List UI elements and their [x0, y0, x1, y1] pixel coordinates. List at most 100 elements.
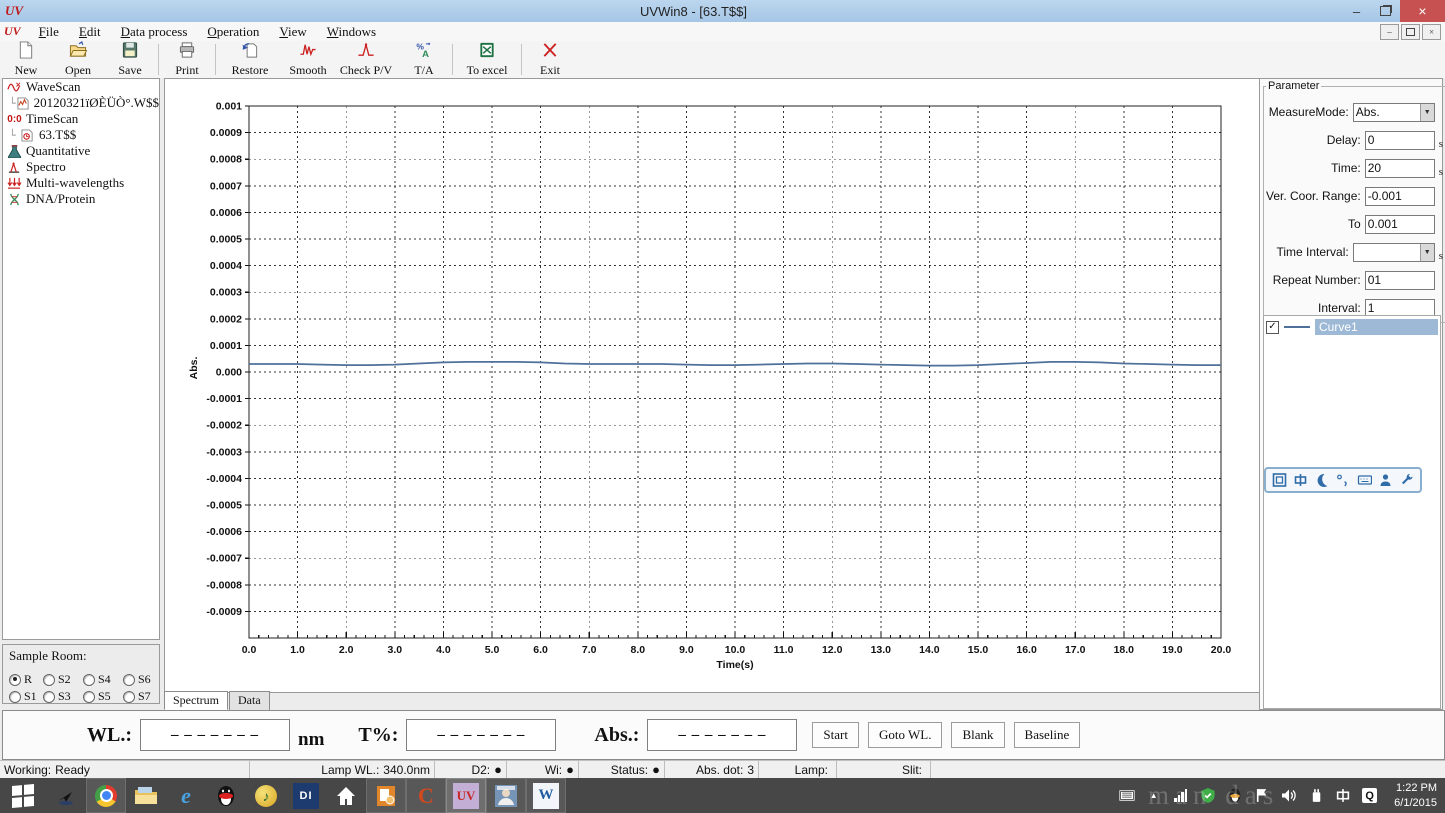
ime-toolbar[interactable] [1264, 467, 1422, 493]
taskbar-launcher-icon[interactable] [46, 778, 86, 813]
chart-area[interactable]: 0.0010.00090.00080.00070.00060.00050.000… [164, 78, 1260, 693]
sample-room-radio-s5[interactable]: S5 [83, 689, 123, 704]
restore-button[interactable] [1371, 0, 1400, 22]
curve-row-curve1[interactable]: ✓Curve1 [1264, 316, 1440, 338]
toolbar-to-excel-button[interactable]: To excel [455, 41, 519, 78]
print-icon [177, 41, 197, 63]
tab-data[interactable]: Data [229, 691, 270, 710]
taskbar-ie-icon[interactable]: e [166, 778, 206, 813]
wrench-icon[interactable] [1398, 472, 1415, 488]
sample-room-radio-s3[interactable]: S3 [43, 689, 83, 704]
sample-room-radio-s2[interactable]: S2 [43, 672, 83, 687]
tray-network-icon[interactable] [1172, 787, 1189, 804]
toolbar-save-button[interactable]: Save [104, 41, 156, 78]
taskbar-qq-icon[interactable] [206, 778, 246, 813]
tray-shield-icon[interactable] [1199, 787, 1216, 804]
menu-view[interactable]: View [269, 23, 316, 41]
taskbar-home-icon[interactable] [326, 778, 366, 813]
taskbar-uvwin-icon[interactable]: UV [446, 778, 486, 813]
taskbar-office-icon[interactable] [366, 778, 406, 813]
menu-operation[interactable]: Operation [197, 23, 269, 41]
user-icon[interactable] [1377, 472, 1394, 488]
menu-edit[interactable]: Edit [69, 23, 111, 41]
field-repeat-number-input[interactable]: 01 [1365, 271, 1435, 290]
field-ver-coor-range-input[interactable]: -0.001 [1365, 187, 1435, 206]
tree-item-20120321-w[interactable]: └20120321ïØÈÜÒ°.W$$ [3, 95, 159, 111]
blank-button[interactable]: Blank [951, 722, 1004, 748]
ime-logo-icon[interactable] [1271, 472, 1288, 488]
field-to-input[interactable]: 0.001 [1365, 215, 1435, 234]
baseline-button[interactable]: Baseline [1014, 722, 1081, 748]
tray-qq-tray-icon[interactable] [1226, 787, 1243, 804]
taskbar-explorer-icon[interactable] [126, 778, 166, 813]
tick-label: 7.0 [582, 644, 597, 656]
mdi-minimize-button[interactable]: – [1380, 24, 1399, 40]
minimize-button[interactable]: – [1342, 0, 1371, 22]
tree-item-timescan[interactable]: 0:0TimeScan [3, 111, 159, 127]
toolbar-new-button[interactable]: New [0, 41, 52, 78]
close-button[interactable]: × [1400, 0, 1445, 22]
field-delay-input[interactable]: 0 [1365, 131, 1435, 150]
taskbar-browser-c-icon[interactable]: C [406, 778, 446, 813]
punct-icon[interactable] [1334, 472, 1351, 488]
menu-windows[interactable]: Windows [317, 23, 386, 41]
curve-checkbox[interactable]: ✓ [1266, 321, 1279, 334]
tick-label: 13.0 [871, 644, 892, 656]
mdi-close-button[interactable]: × [1422, 24, 1441, 40]
toolbar-open-button[interactable]: Open [52, 41, 104, 78]
field-measuremode-select[interactable]: Abs.▼ [1353, 103, 1435, 122]
menu-data-process[interactable]: Data process [111, 23, 198, 41]
tree-item-dna-protein[interactable]: DNA/Protein [3, 191, 159, 207]
moon-icon[interactable] [1313, 472, 1330, 488]
taskbar-music-icon[interactable]: ♪ [246, 778, 286, 813]
taskbar-start-icon[interactable] [0, 778, 46, 813]
toolbar-separator [452, 44, 453, 75]
toolbar-exit-button[interactable]: Exit [524, 41, 576, 78]
status-value: 3 [747, 763, 754, 777]
sample-room-radio-s6[interactable]: S6 [123, 672, 163, 687]
tree-item-spectro[interactable]: Spectro [3, 159, 159, 175]
tree-item-63-t[interactable]: └63.T$$ [3, 127, 159, 143]
toolbar-check-p-v-button[interactable]: Check P/V [334, 41, 398, 78]
tree-item-wavescan[interactable]: WaveScan [3, 79, 159, 95]
chevron-down-icon[interactable]: ▼ [1420, 104, 1434, 121]
tab-spectrum[interactable]: Spectrum [164, 691, 228, 710]
sample-room-radio-s1[interactable]: S1 [9, 689, 43, 704]
start-button[interactable]: Start [812, 722, 859, 748]
restore-icon [240, 41, 260, 63]
field-time-input[interactable]: 20 [1365, 159, 1435, 178]
tick-label: 16.0 [1016, 644, 1037, 656]
chevron-down-icon[interactable]: ▼ [1420, 244, 1434, 261]
tray-volume-icon[interactable] [1280, 787, 1297, 804]
toolbar-print-button[interactable]: Print [161, 41, 213, 78]
zhong-icon[interactable] [1292, 472, 1309, 488]
tray-hidden-icons-icon[interactable]: ▲ [1145, 787, 1162, 804]
tray-zhong-icon[interactable] [1334, 787, 1351, 804]
tray-power-icon[interactable] [1307, 787, 1324, 804]
taskbar-photos-icon[interactable] [486, 778, 526, 813]
tree-item-quantitative[interactable]: Quantitative [3, 143, 159, 159]
sample-room-radio-s4[interactable]: S4 [83, 672, 123, 687]
status-label: Status: [611, 763, 648, 777]
workspace: WaveScan└20120321ïØÈÜÒ°.W$$0:0TimeScan└6… [0, 78, 1445, 710]
goto-wl-button[interactable]: Goto WL. [868, 722, 942, 748]
tray-q-badge-icon[interactable]: Q [1361, 787, 1378, 804]
taskbar-clock[interactable]: 1:22 PM6/1/2015 [1388, 781, 1437, 811]
taskbar-chrome-icon[interactable] [86, 778, 126, 813]
taskbar-word-icon[interactable]: W [526, 778, 566, 813]
sample-room-radio-s7[interactable]: S7 [123, 689, 163, 704]
tray-keyboard-icon[interactable] [1118, 787, 1135, 804]
keyboard-icon[interactable] [1356, 472, 1373, 488]
tray-flag-icon[interactable] [1253, 787, 1270, 804]
tick-label: 9.0 [679, 644, 694, 656]
sample-room-radio-r[interactable]: R [9, 672, 43, 687]
toolbar-smooth-button[interactable]: Smooth [282, 41, 334, 78]
tree-item-multi-wavelengths[interactable]: Multi-wavelengths [3, 175, 159, 191]
field-time-interval-select[interactable]: ▼ [1353, 243, 1435, 262]
toolbar-restore-button[interactable]: Restore [218, 41, 282, 78]
menu-file[interactable]: File [29, 23, 69, 41]
mdi-restore-button[interactable] [1401, 24, 1420, 40]
toolbar-t-a-button[interactable]: %AT/A [398, 41, 450, 78]
taskbar-dolby-icon[interactable]: DI [286, 778, 326, 813]
save-icon [120, 41, 140, 63]
